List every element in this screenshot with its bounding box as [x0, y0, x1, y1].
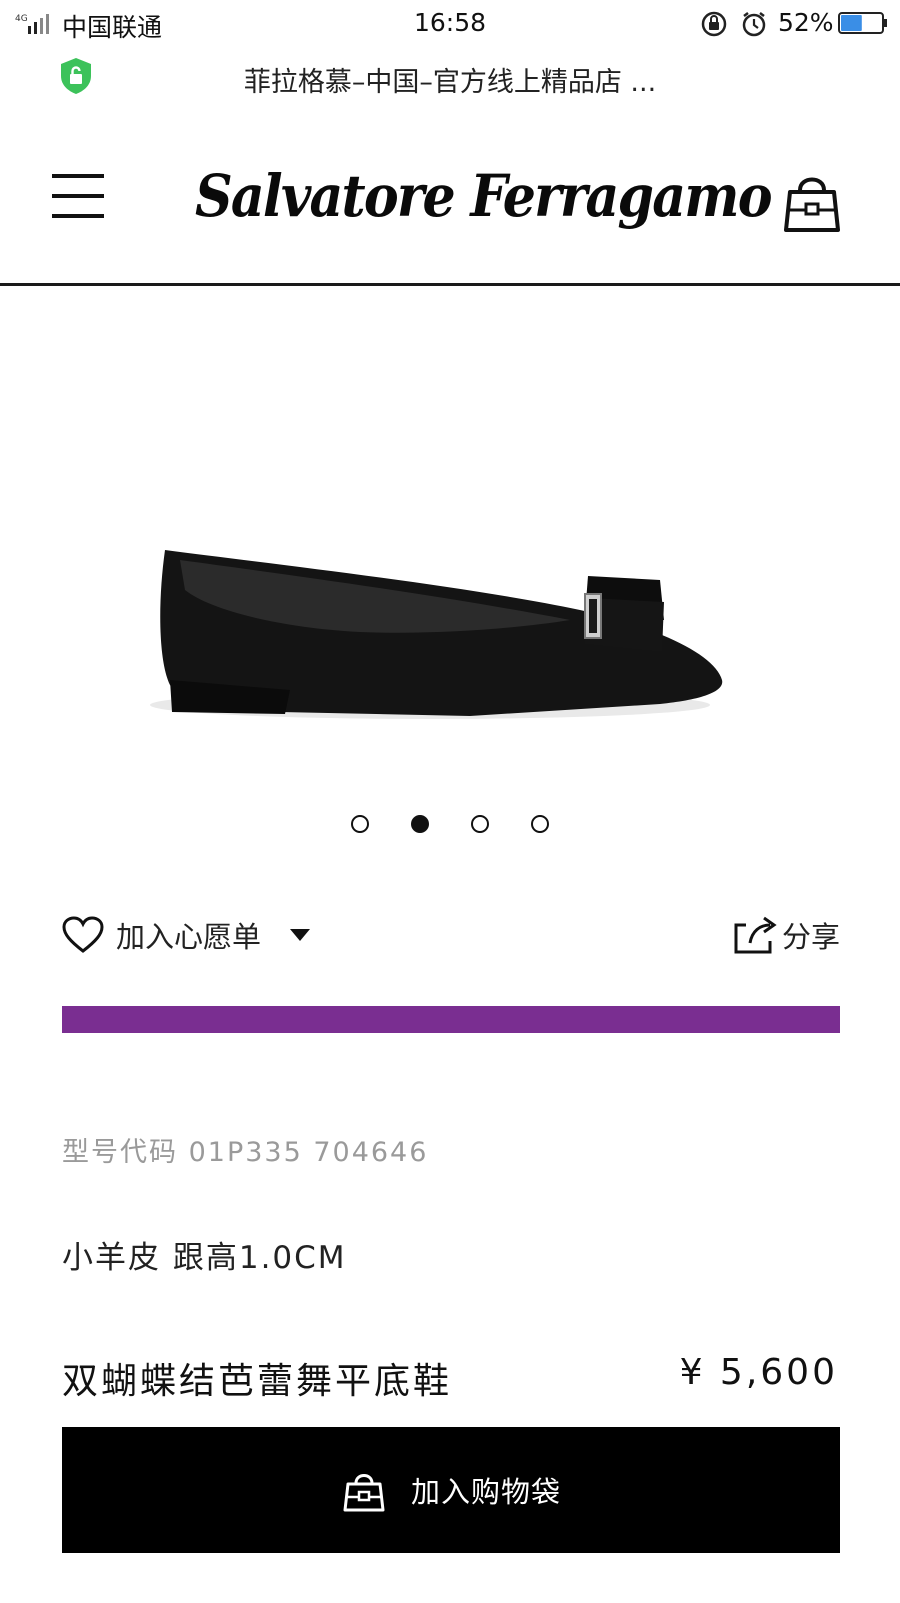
product-name: 双蝴蝶结芭蕾舞平底鞋: [62, 1361, 453, 1402]
brand-logo[interactable]: Salvatore Ferragamo: [195, 146, 773, 246]
shopping-bag-icon[interactable]: [780, 168, 844, 234]
share-label: 分享: [781, 920, 840, 954]
heart-icon: [62, 916, 104, 953]
product-price: ¥ 5,600: [679, 1352, 838, 1393]
share-button[interactable]: 分享: [732, 910, 840, 960]
carousel-dot-active[interactable]: [411, 815, 429, 833]
hamburger-menu-icon[interactable]: [52, 172, 104, 220]
wishlist-label: 加入心愿单: [116, 920, 262, 954]
model-code: 型号代码 01P335 704646: [62, 1137, 429, 1168]
add-to-wishlist-button[interactable]: 加入心愿单: [62, 910, 311, 960]
carousel-dot[interactable]: [531, 815, 549, 833]
add-to-bag-button[interactable]: 加入购物袋: [62, 1427, 840, 1553]
page-title: 菲拉格慕–中国–官方线上精品店 ...: [243, 67, 657, 98]
status-bar: 4G 中国联通 16:58 52%: [0, 0, 900, 46]
alarm-icon: [742, 12, 766, 37]
carousel-dot[interactable]: [471, 815, 489, 833]
product-image-shoe[interactable]: [140, 540, 740, 740]
product-actions: 加入心愿单 分享: [62, 910, 840, 960]
battery-percent: 52%: [778, 8, 834, 37]
site-header: Salvatore Ferragamo: [0, 106, 900, 286]
battery-icon: [838, 12, 887, 34]
share-icon: [734, 916, 777, 954]
carousel-dots: [0, 815, 900, 837]
caret-down-icon[interactable]: [289, 928, 311, 942]
rotation-lock-icon: [701, 11, 727, 37]
shopping-bag-icon: [343, 1474, 385, 1512]
add-to-bag-label: 加入购物袋: [410, 1475, 561, 1509]
product-material: 小羊皮 跟高1.0CM: [62, 1240, 347, 1276]
accent-bar: [62, 1006, 840, 1033]
browser-title-bar[interactable]: 菲拉格慕–中国–官方线上精品店 ...: [0, 46, 900, 106]
carousel-dot[interactable]: [351, 815, 369, 833]
